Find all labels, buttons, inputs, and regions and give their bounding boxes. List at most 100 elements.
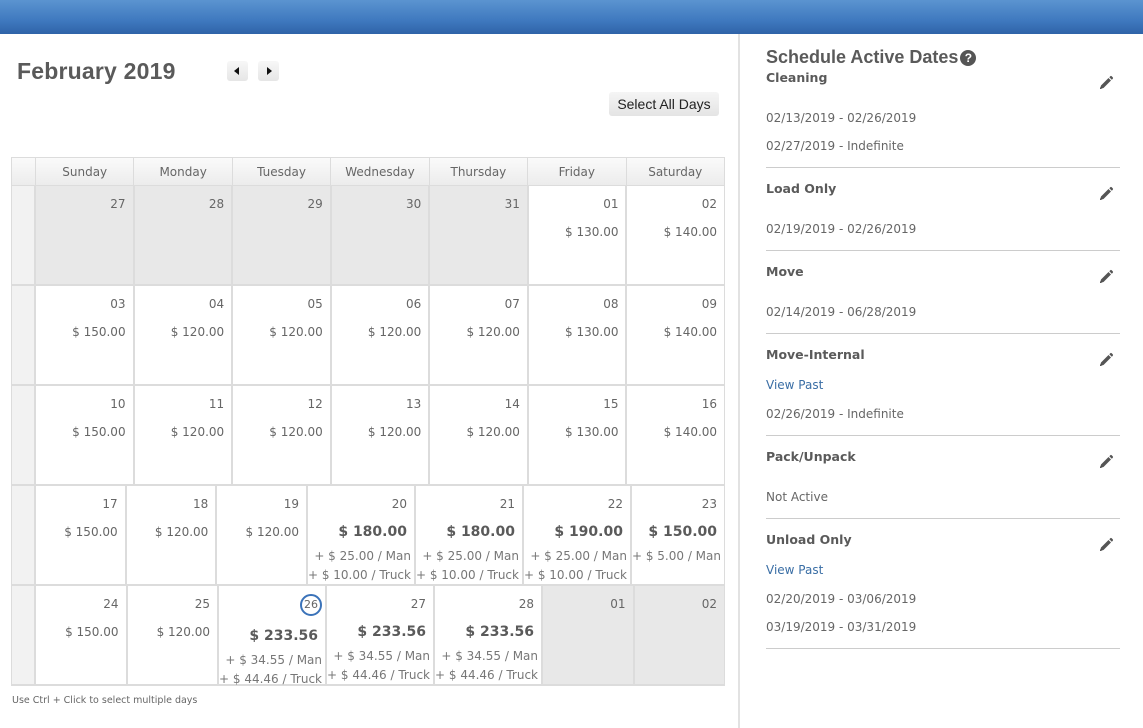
day-price: $ 120.00 <box>367 425 422 439</box>
calendar-day[interactable]: 05 $ 120.00 <box>233 286 332 384</box>
day-number: 17 <box>102 497 118 511</box>
calendar-day[interactable]: 16 $ 140.00 <box>627 386 725 484</box>
prev-month-button[interactable] <box>227 61 248 81</box>
calendar-day[interactable]: 15 $ 130.00 <box>528 386 628 484</box>
day-number: 14 <box>504 397 520 411</box>
pencil-icon[interactable] <box>1098 186 1114 202</box>
day-surcharge: + $ 44.46 / Truck <box>219 672 322 686</box>
calendar-day[interactable]: 10 $ 150.00 <box>36 386 135 484</box>
weekday-header-cell: Wednesday <box>331 158 430 185</box>
day-price: $ 120.00 <box>170 325 225 339</box>
calendar-day[interactable]: 23 $ 150.00 + $ 5.00 / Man <box>631 486 724 584</box>
calendar-day-other-month[interactable]: 01 <box>543 586 635 684</box>
schedule-active-dates-panel: Schedule Active Dates? Cleaning 02/13/201… <box>742 34 1143 728</box>
calendar-pane: February 2019 Select All Days Sunday Mon… <box>0 34 740 728</box>
day-price: $ 150.00 <box>72 325 126 339</box>
day-price: $ 233.56 <box>465 624 534 640</box>
calendar-day-other-month[interactable]: 31 <box>430 186 529 284</box>
calendar-day-other-month[interactable]: 29 <box>233 186 332 284</box>
top-bar <box>0 0 1143 34</box>
day-number: 31 <box>504 197 520 211</box>
calendar-day[interactable]: 03 $ 150.00 <box>36 286 135 384</box>
day-number-today: 26 <box>300 594 322 616</box>
day-surcharge: + $ 44.46 / Truck <box>435 668 538 682</box>
question-circle-icon[interactable]: ? <box>960 50 977 66</box>
day-price: $ 120.00 <box>156 625 210 639</box>
calendar-day[interactable]: 11 $ 120.00 <box>134 386 234 484</box>
day-number: 27 <box>110 197 126 211</box>
day-number: 29 <box>307 197 323 211</box>
service-section: Move 02/14/2019 - 06/28/2019 <box>766 251 1120 334</box>
next-month-button[interactable] <box>258 61 279 81</box>
calendar-day[interactable]: 28 $ 233.56 + $ 34.55 / Man + $ 44.46 / Tru… <box>435 586 543 684</box>
calendar-day[interactable]: 18 $ 120.00 <box>126 486 218 584</box>
calendar-day-other-month[interactable]: 28 <box>134 186 234 284</box>
day-number: 27 <box>410 597 426 611</box>
day-number: 05 <box>307 297 323 311</box>
pencil-icon[interactable] <box>1098 352 1114 368</box>
view-past-link[interactable]: View Past <box>766 378 823 392</box>
select-all-days-button[interactable]: Select All Days <box>609 92 719 116</box>
calendar-day[interactable]: 04 $ 120.00 <box>134 286 234 384</box>
service-name: Cleaning <box>766 70 828 85</box>
day-number: 16 <box>701 397 718 411</box>
day-price: $ 140.00 <box>663 225 718 239</box>
calendar-day[interactable]: 19 $ 120.00 <box>217 486 308 584</box>
day-surcharge: + $ 44.46 / Truck <box>327 668 430 682</box>
calendar-day-other-month[interactable]: 02 <box>634 586 724 684</box>
week-select-gutter[interactable] <box>12 286 36 384</box>
calendar-week-row: 03 $ 150.00 04 $ 120.00 05 $ 120.00 06 $ 120.00… <box>11 286 725 386</box>
calendar-day[interactable]: 12 $ 120.00 <box>233 386 332 484</box>
status-text: Not Active <box>766 490 828 504</box>
week-select-gutter[interactable] <box>12 186 36 284</box>
day-price: $ 150.00 <box>72 425 126 439</box>
week-select-gutter[interactable] <box>12 486 36 584</box>
calendar-day[interactable]: 26 $ 233.56 + $ 34.55 / Man + $ 44.46 / Tru… <box>219 586 327 686</box>
pencil-icon[interactable] <box>1098 75 1114 91</box>
calendar-day[interactable]: 24 $ 150.00 <box>36 586 128 684</box>
panel-title: Schedule Active Dates? <box>766 47 977 68</box>
day-number: 08 <box>603 297 619 311</box>
calendar-day[interactable]: 17 $ 150.00 <box>36 486 127 584</box>
calendar-day-other-month[interactable]: 30 <box>331 186 431 284</box>
day-number: 18 <box>193 497 209 511</box>
calendar-day[interactable]: 07 $ 120.00 <box>430 286 529 384</box>
caret-left-icon <box>234 67 239 75</box>
pencil-icon[interactable] <box>1098 537 1114 553</box>
service-section: Move-Internal View Past 02/26/2019 - Indef… <box>766 334 1120 436</box>
day-price: $ 190.00 <box>554 524 623 540</box>
day-surcharge: + $ 34.55 / Man <box>441 649 538 663</box>
day-surcharge: + $ 25.00 / Man <box>422 549 519 563</box>
calendar-day[interactable]: 09 $ 140.00 <box>627 286 725 384</box>
calendar-day[interactable]: 20 $ 180.00 + $ 25.00 / Man + $ 10.00 / Tru… <box>307 486 416 584</box>
calendar-grid: Sunday Monday Tuesday Wednesday Thursday… <box>11 157 725 686</box>
day-price: $ 150.00 <box>65 625 119 639</box>
day-price: $ 120.00 <box>466 325 520 339</box>
day-surcharge: + $ 34.55 / Man <box>225 653 322 667</box>
day-price: $ 120.00 <box>245 525 299 539</box>
calendar-day[interactable]: 22 $ 190.00 + $ 25.00 / Man + $ 10.00 / Tru… <box>523 486 632 584</box>
calendar-day[interactable]: 08 $ 130.00 <box>528 286 628 384</box>
calendar-day[interactable]: 06 $ 120.00 <box>331 286 431 384</box>
calendar-day[interactable]: 27 $ 233.56 + $ 34.55 / Man + $ 44.46 / Tru… <box>327 586 435 684</box>
weekday-header-cell: Saturday <box>648 165 703 179</box>
day-number: 23 <box>701 497 717 511</box>
calendar-day[interactable]: 25 $ 120.00 <box>127 586 219 684</box>
pencil-icon[interactable] <box>1098 454 1114 470</box>
day-number: 06 <box>406 297 422 311</box>
calendar-day[interactable]: 21 $ 180.00 + $ 25.00 / Man + $ 10.00 / Tru… <box>415 486 524 584</box>
day-number: 07 <box>504 297 520 311</box>
day-price: $ 130.00 <box>565 325 619 339</box>
week-select-gutter[interactable] <box>12 586 36 684</box>
pencil-icon[interactable] <box>1098 269 1114 285</box>
date-range: 02/13/2019 - 02/26/2019 <box>766 111 917 125</box>
calendar-day[interactable]: 01 $ 130.00 <box>528 186 628 284</box>
day-number: 10 <box>110 397 126 411</box>
calendar-day[interactable]: 02 $ 140.00 <box>627 186 725 284</box>
calendar-day[interactable]: 13 $ 120.00 <box>331 386 431 484</box>
calendar-day-other-month[interactable]: 27 <box>36 186 135 284</box>
calendar-day[interactable]: 14 $ 120.00 <box>430 386 529 484</box>
view-past-link[interactable]: View Past <box>766 563 823 577</box>
day-number: 09 <box>701 297 718 311</box>
week-select-gutter[interactable] <box>12 386 36 484</box>
